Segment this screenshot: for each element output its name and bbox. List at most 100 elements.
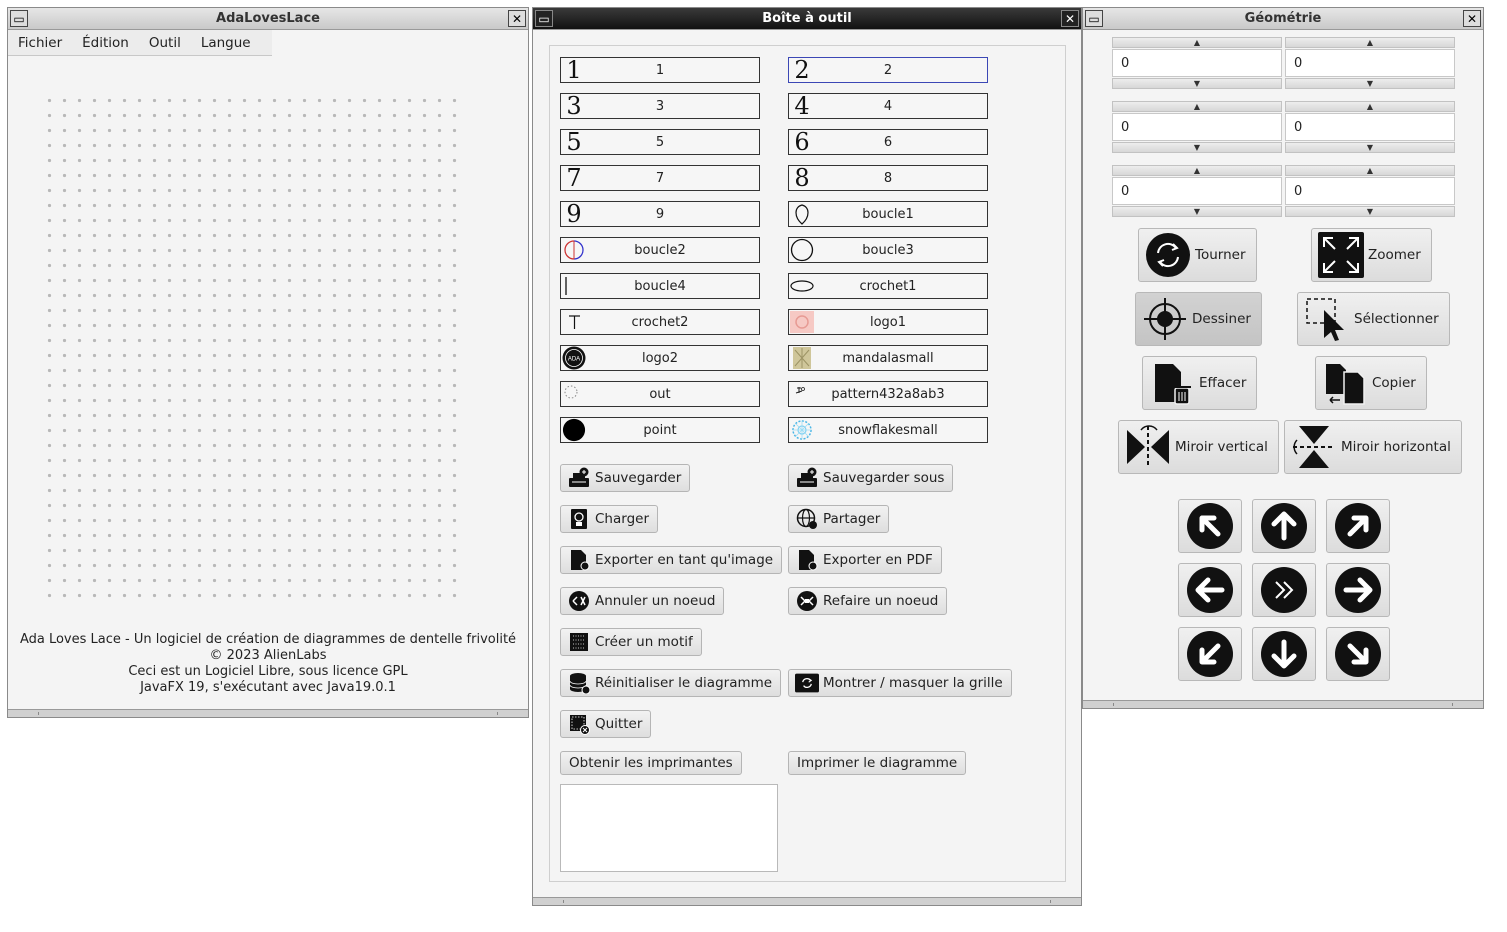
glyph-button-2[interactable]: 22 (788, 57, 988, 83)
window-menu-button[interactable]: ▭ (1085, 10, 1103, 27)
quit-button[interactable]: Quitter (560, 710, 652, 738)
move-up-right-button[interactable] (1326, 499, 1390, 553)
menu-fichier[interactable]: Fichier (18, 35, 62, 51)
glyph-button-point[interactable]: point (560, 417, 760, 443)
snowflake-icon (790, 419, 814, 441)
window-menu-button[interactable]: ▭ (10, 10, 28, 27)
spinner-value[interactable]: 0 (1112, 177, 1282, 205)
spinner-down-arrow[interactable]: ▼ (1285, 78, 1455, 89)
spinner-y3[interactable]: ▲ 0 ▼ (1285, 165, 1455, 217)
save-as-button[interactable]: Sauvegarder sous (788, 464, 954, 492)
glyph-button-logo1[interactable]: logo1 (788, 309, 988, 335)
draw-button[interactable]: Dessiner (1135, 292, 1262, 346)
glyph-button-boucle4[interactable]: boucle4 (560, 273, 760, 299)
spinner-x1[interactable]: ▲ 0 ▼ (1112, 37, 1282, 89)
spinner-x2[interactable]: ▲ 0 ▼ (1112, 101, 1282, 153)
spinner-value[interactable]: 0 (1112, 49, 1282, 77)
move-down-button[interactable] (1252, 627, 1316, 681)
export-pdf-icon (795, 549, 819, 571)
move-down-right-button[interactable] (1326, 627, 1390, 681)
glyph-button-out[interactable]: out (560, 381, 760, 407)
menu-langue[interactable]: Langue (201, 35, 251, 51)
spinner-down-arrow[interactable]: ▼ (1112, 142, 1282, 153)
geometry-titlebar[interactable]: ▭ Géométrie ✕ (1083, 8, 1483, 30)
spinner-down-arrow[interactable]: ▼ (1285, 206, 1455, 217)
spinner-up-arrow[interactable]: ▲ (1112, 165, 1282, 176)
close-button[interactable]: ✕ (1463, 10, 1481, 27)
close-button[interactable]: ✕ (1061, 10, 1079, 27)
move-up-left-button[interactable] (1178, 499, 1242, 553)
digit-1-icon: 1 (566, 56, 582, 84)
spinner-down-arrow[interactable]: ▼ (1285, 142, 1455, 153)
menu-outil[interactable]: Outil (149, 35, 181, 51)
spinner-up-arrow[interactable]: ▲ (1112, 37, 1282, 48)
glyph-button-boucle1[interactable]: boucle1 (788, 201, 988, 227)
window-resize-bar[interactable] (8, 709, 528, 717)
spinner-up-arrow[interactable]: ▲ (1285, 37, 1455, 48)
glyph-button-1[interactable]: 11 (560, 57, 760, 83)
spinner-down-arrow[interactable]: ▼ (1112, 78, 1282, 89)
load-button[interactable]: Charger (560, 505, 658, 533)
toggle-grid-button[interactable]: Montrer / masquer la grille (788, 669, 1012, 697)
menu-edition[interactable]: Édition (82, 35, 129, 51)
toolbox-titlebar[interactable]: ▭ Boîte à outil ✕ (533, 8, 1081, 30)
select-button[interactable]: Sélectionner (1297, 292, 1450, 346)
print-diagram-button[interactable]: Imprimer le diagramme (788, 751, 967, 775)
spinner-up-arrow[interactable]: ▲ (1285, 165, 1455, 176)
zoom-button[interactable]: Zoomer (1311, 228, 1432, 282)
get-printers-button[interactable]: Obtenir les imprimantes (560, 751, 742, 775)
share-button[interactable]: Partager (788, 505, 890, 533)
rotate-button[interactable]: Tourner (1138, 228, 1257, 282)
spinner-down-arrow[interactable]: ▼ (1112, 206, 1282, 217)
spinner-up-arrow[interactable]: ▲ (1112, 101, 1282, 112)
create-motif-button[interactable]: Créer un motif (560, 628, 702, 656)
glyph-button-9[interactable]: 99 (560, 201, 760, 227)
window-resize-bar[interactable] (533, 897, 1081, 905)
copy-button[interactable]: Copier (1315, 356, 1427, 410)
mirror-horizontal-button[interactable]: Miroir horizontal (1284, 420, 1462, 474)
glyph-button-boucle2[interactable]: boucle2 (560, 237, 760, 263)
mirror-vertical-button[interactable]: Miroir vertical (1118, 420, 1279, 474)
spinner-value[interactable]: 0 (1285, 49, 1455, 77)
spinner-y2[interactable]: ▲ 0 ▼ (1285, 101, 1455, 153)
undo-node-button[interactable]: Annuler un noeud (560, 587, 725, 615)
glyph-button-4[interactable]: 44 (788, 93, 988, 119)
reset-diagram-button[interactable]: Réinitialiser le diagramme (560, 669, 782, 697)
glyph-button-6[interactable]: 66 (788, 129, 988, 155)
glyph-button-mandalasmall[interactable]: mandalasmall (788, 345, 988, 371)
glyph-button-boucle3[interactable]: boucle3 (788, 237, 988, 263)
printer-list-textarea[interactable] (560, 784, 778, 872)
center-button[interactable] (1252, 563, 1316, 617)
save-button[interactable]: Sauvegarder (560, 464, 691, 492)
window-resize-bar[interactable] (1083, 700, 1483, 708)
spinner-y1[interactable]: ▲ 0 ▼ (1285, 37, 1455, 89)
glyph-button-crochet2[interactable]: crochet2 (560, 309, 760, 335)
undo-node-icon (567, 590, 591, 612)
toolbox-window: ▭ Boîte à outil ✕ 11 22 33 44 55 66 77 8… (532, 7, 1082, 906)
glyph-button-pattern432a8ab3[interactable]: pattern432a8ab3 (788, 381, 988, 407)
glyph-button-logo2[interactable]: ADA logo2 (560, 345, 760, 371)
spinner-value[interactable]: 0 (1112, 113, 1282, 141)
move-right-button[interactable] (1326, 563, 1390, 617)
glyph-button-snowflakesmall[interactable]: snowflakesmall (788, 417, 988, 443)
spinner-x3[interactable]: ▲ 0 ▼ (1112, 165, 1282, 217)
export-image-button[interactable]: Exporter en tant qu'image (560, 546, 783, 574)
move-left-button[interactable] (1178, 563, 1242, 617)
redo-node-button[interactable]: Refaire un noeud (788, 587, 948, 615)
spinner-value[interactable]: 0 (1285, 113, 1455, 141)
export-pdf-button[interactable]: Exporter en PDF (788, 546, 942, 574)
spinner-up-arrow[interactable]: ▲ (1285, 101, 1455, 112)
glyph-button-3[interactable]: 33 (560, 93, 760, 119)
main-titlebar[interactable]: ▭ AdaLovesLace ✕ (8, 8, 528, 30)
close-button[interactable]: ✕ (508, 10, 526, 27)
glyph-button-7[interactable]: 77 (560, 165, 760, 191)
glyph-button-crochet1[interactable]: crochet1 (788, 273, 988, 299)
diagram-canvas[interactable] (42, 93, 467, 603)
glyph-button-5[interactable]: 55 (560, 129, 760, 155)
erase-button[interactable]: Effacer (1142, 356, 1258, 410)
spinner-value[interactable]: 0 (1285, 177, 1455, 205)
move-up-button[interactable] (1252, 499, 1316, 553)
glyph-button-8[interactable]: 88 (788, 165, 988, 191)
move-down-left-button[interactable] (1178, 627, 1242, 681)
window-menu-button[interactable]: ▭ (535, 10, 553, 27)
